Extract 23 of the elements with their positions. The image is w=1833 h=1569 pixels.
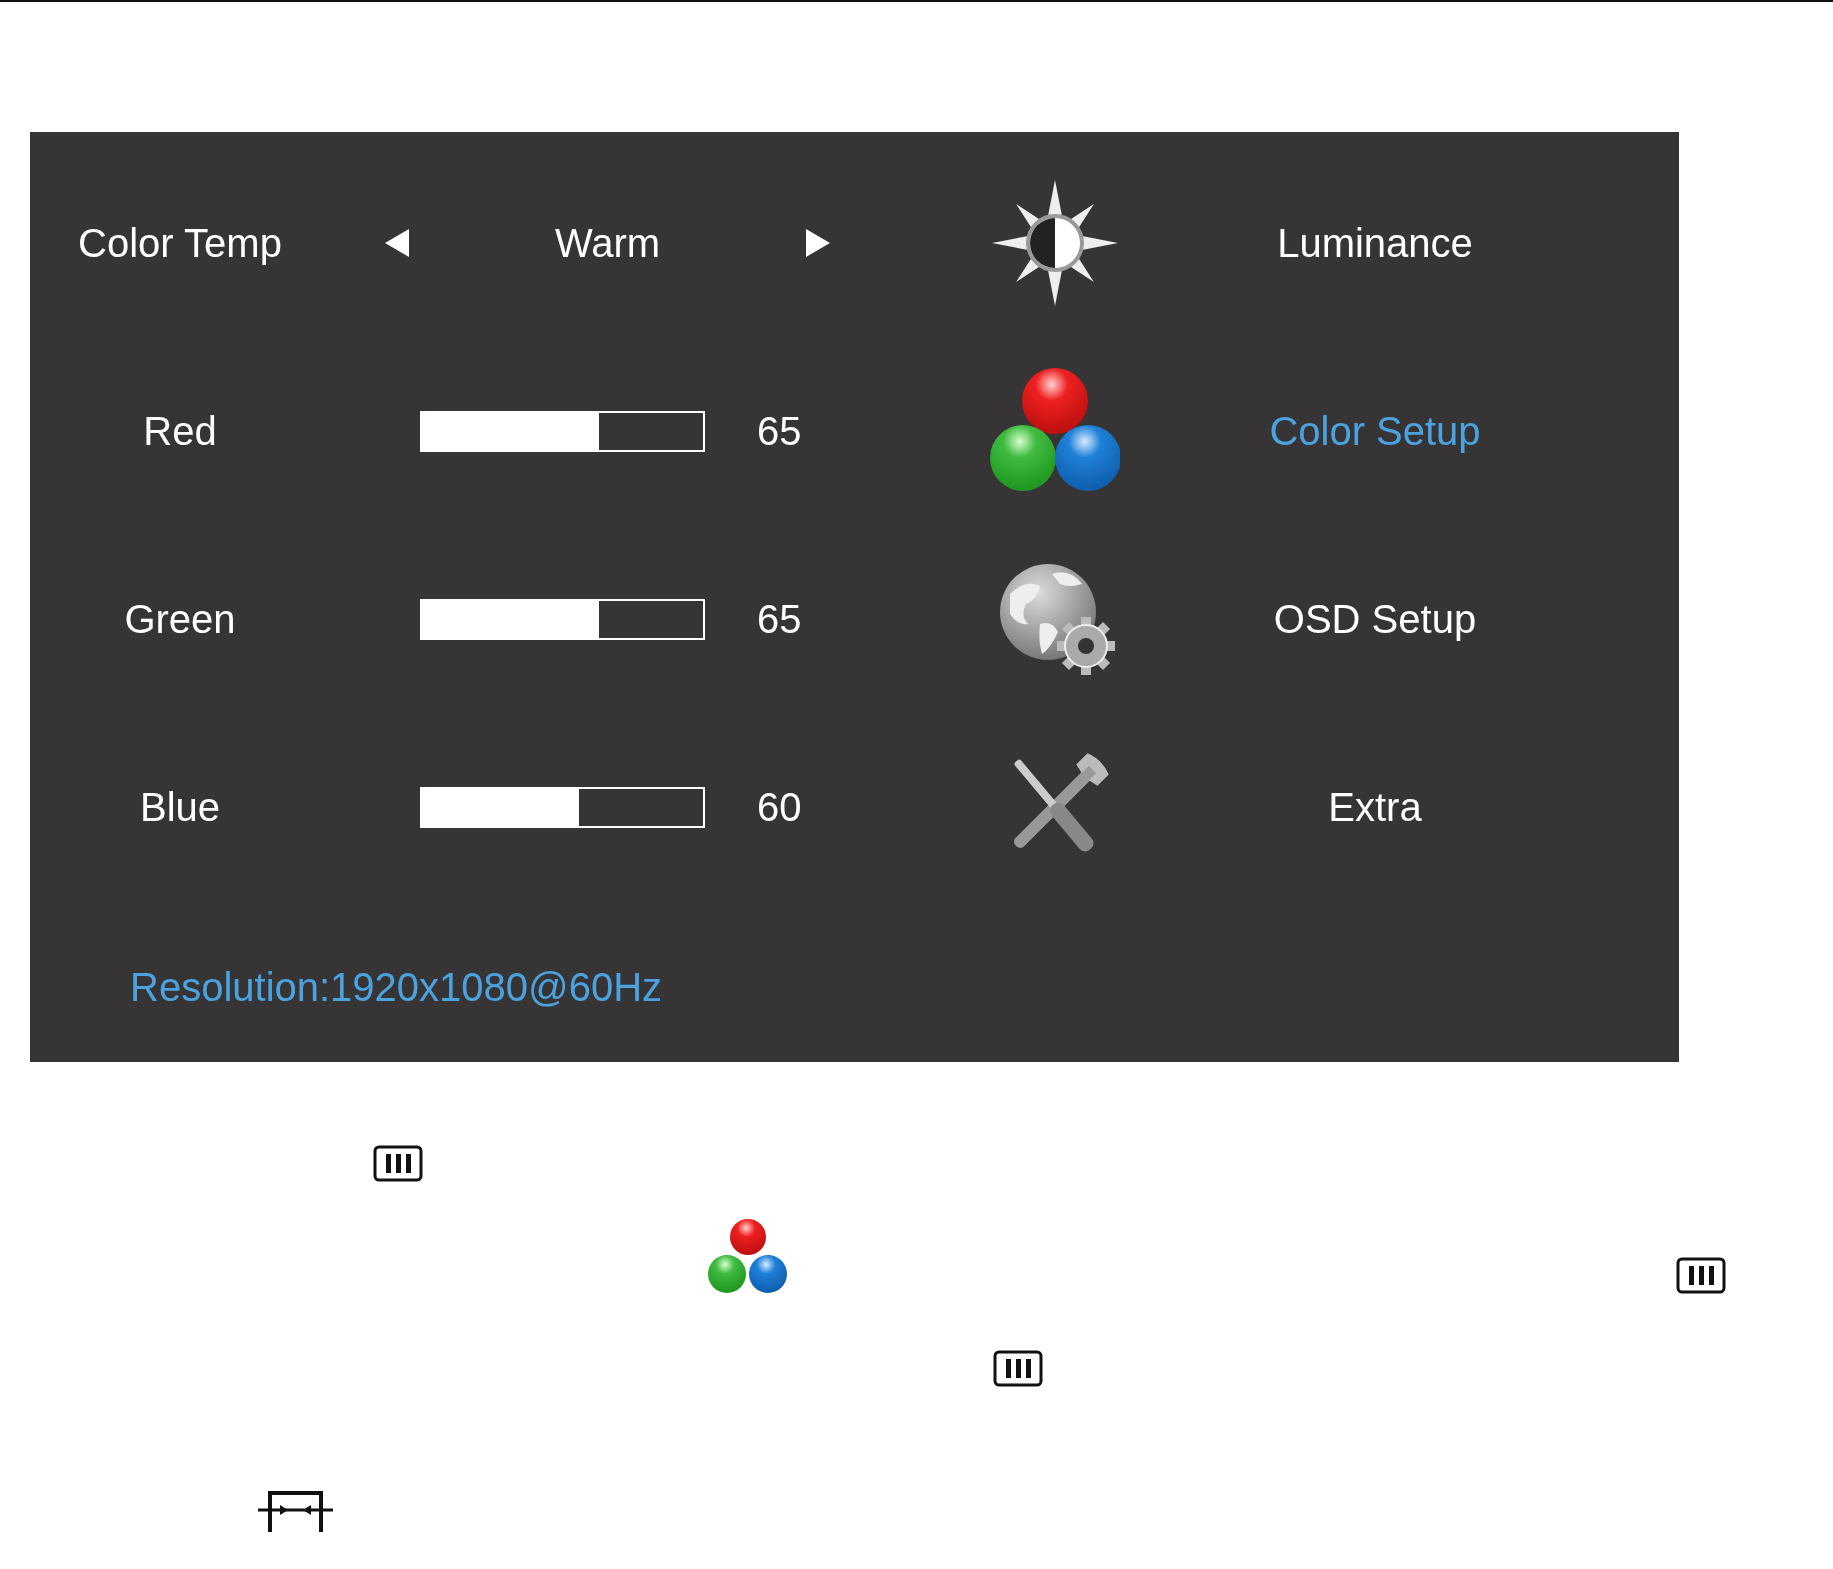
menu-item[interactable]: Extra	[1328, 784, 1422, 830]
menu-button-icon	[1676, 1257, 1726, 1294]
right-arrow-icon[interactable]	[806, 229, 830, 257]
menu-item[interactable]: OSD Setup	[1273, 596, 1477, 642]
menu-item[interactable]: Luminance	[1277, 220, 1473, 266]
auto-adjust-icon	[258, 1490, 333, 1532]
setting-label: Red	[142, 408, 218, 454]
setting-label: Blue	[138, 784, 222, 830]
menu-button-icon	[993, 1350, 1043, 1387]
setting-value: Warm	[554, 220, 661, 266]
slider-reading: 65	[757, 408, 802, 454]
slider-reading: 65	[757, 596, 802, 642]
slider-track[interactable]	[420, 598, 705, 640]
rgb-balls-icon	[706, 1218, 790, 1295]
setting-label: Green	[123, 596, 237, 642]
slider-reading: 60	[757, 784, 802, 830]
left-arrow-icon[interactable]	[385, 229, 409, 257]
slider-track[interactable]	[420, 410, 705, 452]
slider-track[interactable]	[420, 786, 705, 828]
menu-item[interactable]: Color Setup	[1269, 408, 1481, 454]
resolution-text: Resolution:1920x1080@60Hz	[130, 965, 663, 1009]
menu-button-icon	[373, 1145, 423, 1182]
setting-label: Color Temp	[77, 220, 283, 266]
